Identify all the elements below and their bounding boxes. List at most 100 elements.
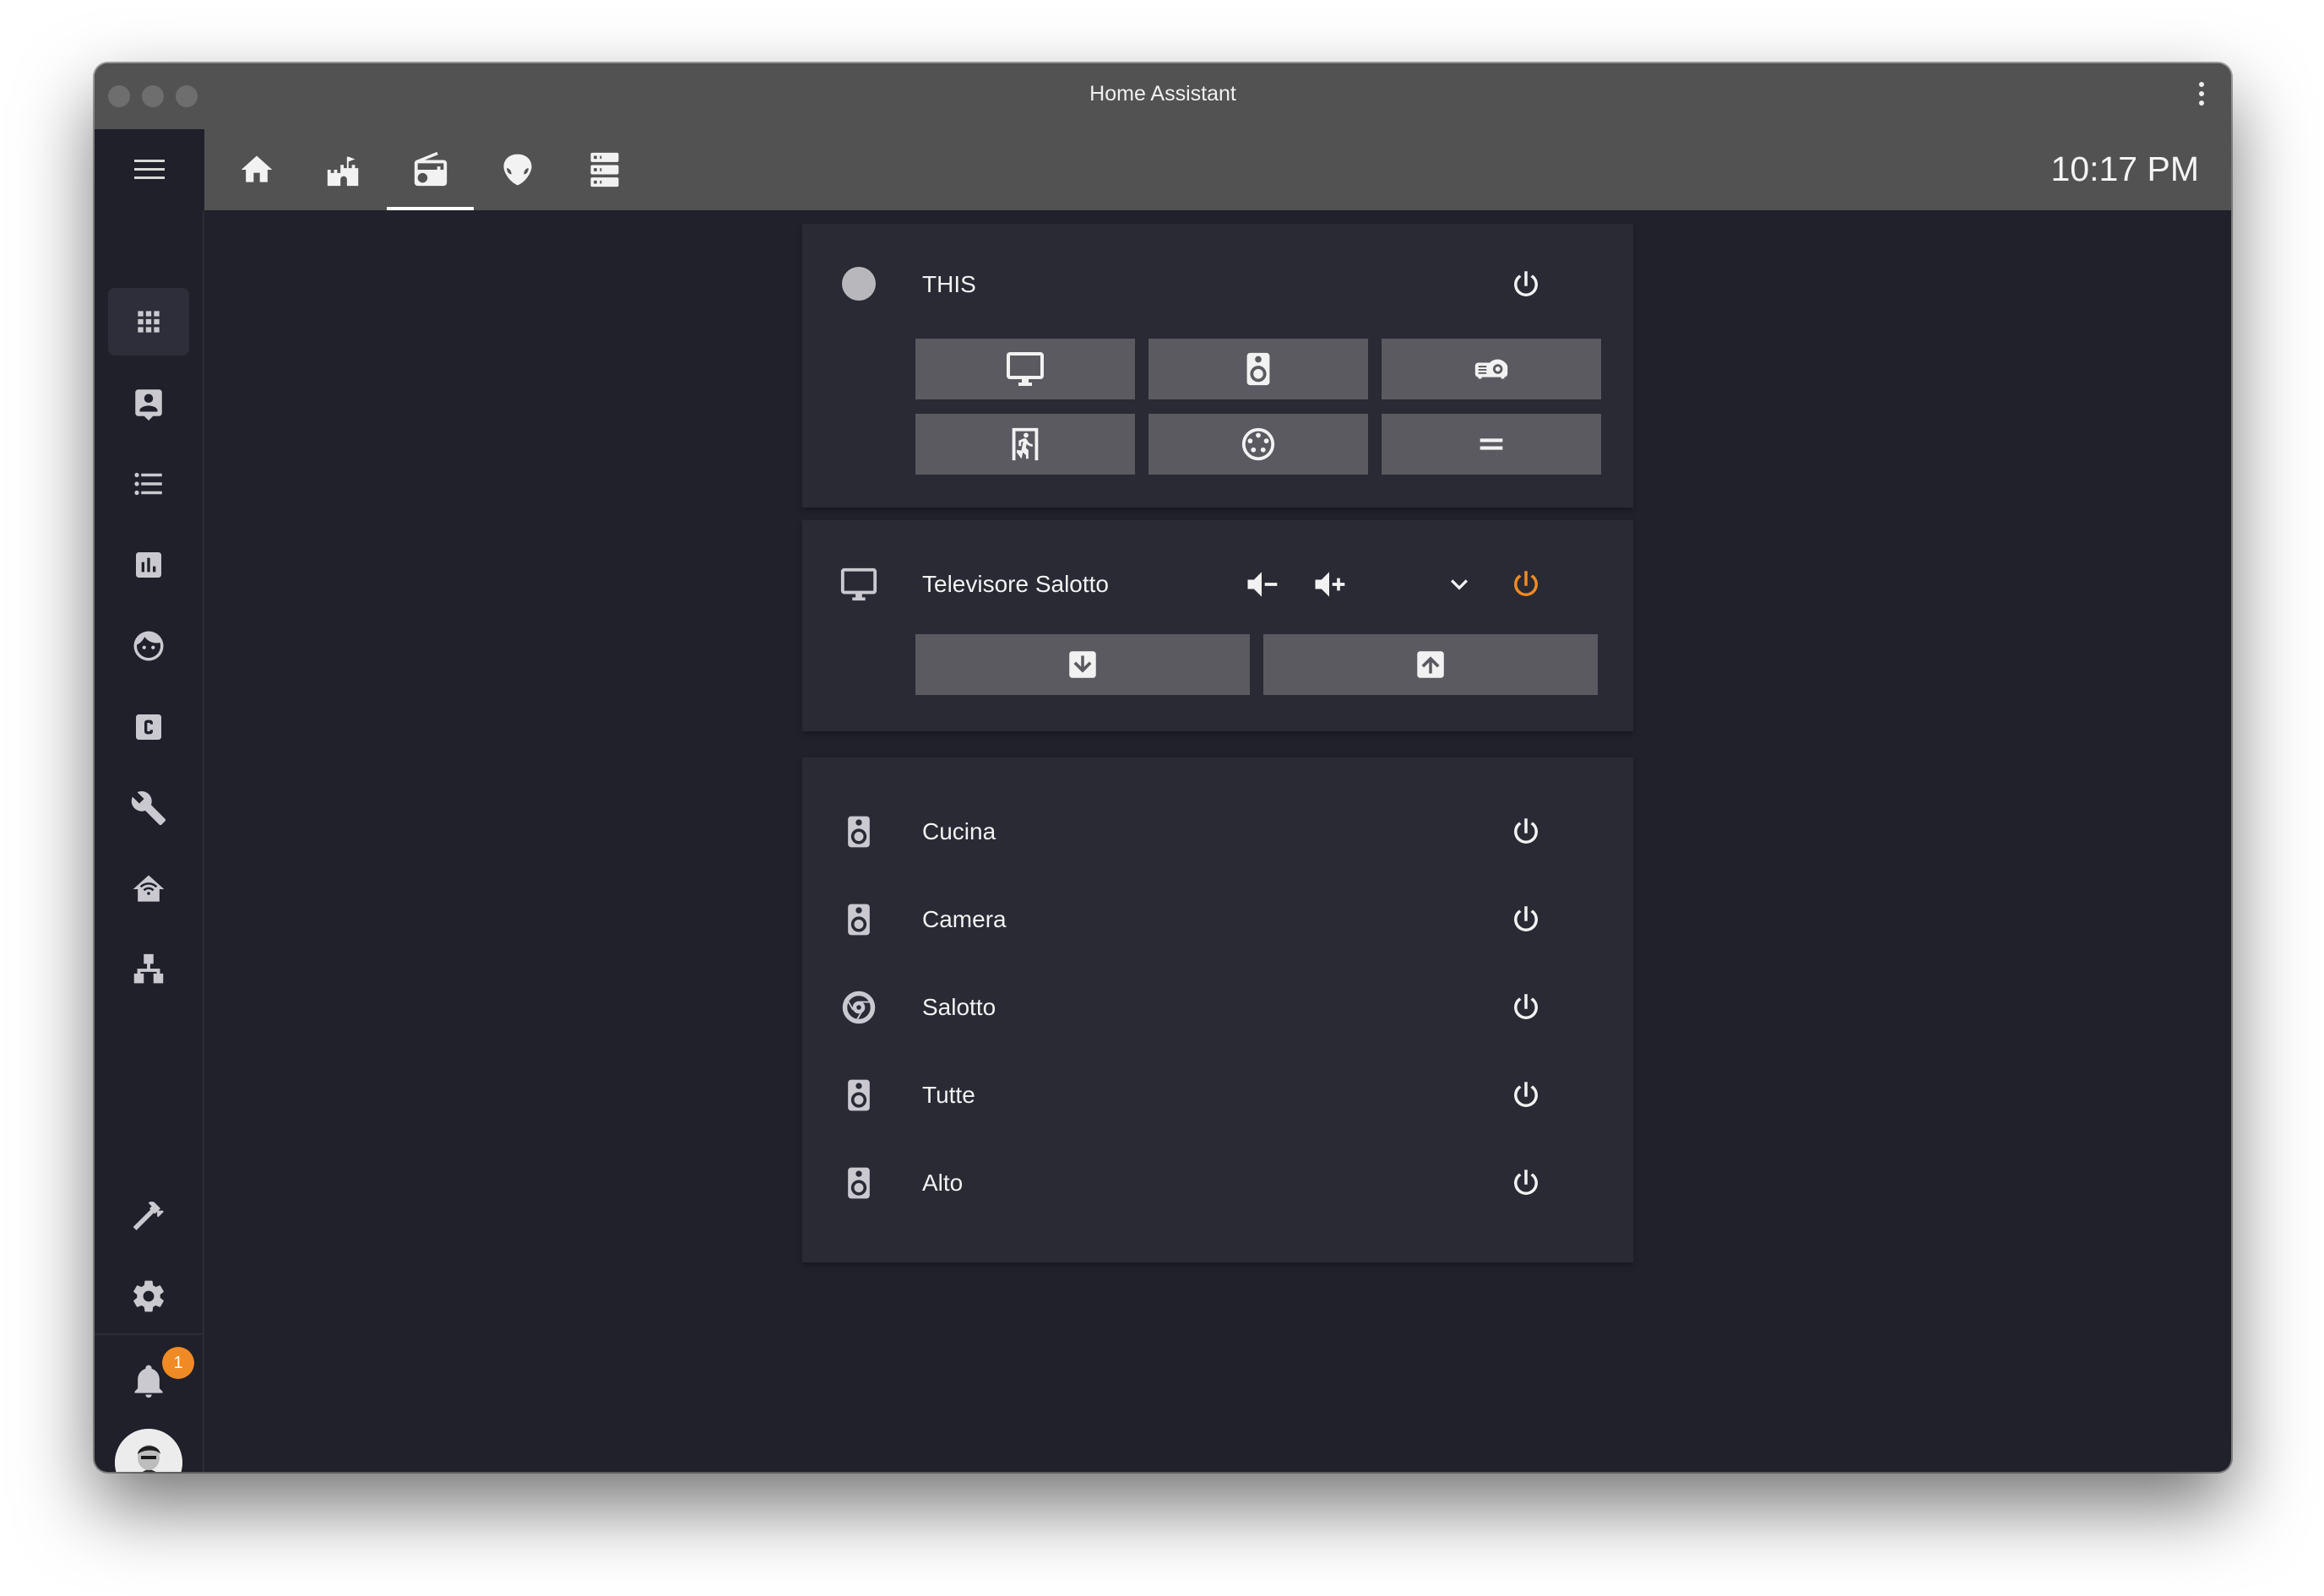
- alien-icon: [503, 154, 531, 186]
- list-item[interactable]: Salotto: [802, 974, 1633, 1041]
- hammer-icon: [133, 1201, 164, 1230]
- status-dot-icon: [838, 263, 880, 305]
- list-item-label: Cucina: [922, 818, 996, 844]
- projector-icon: [1474, 359, 1508, 379]
- power-button[interactable]: [1507, 989, 1545, 1026]
- sidebar-item-sitemap[interactable]: [108, 936, 189, 1004]
- notifications-button[interactable]: 1: [108, 1347, 194, 1414]
- menu-button[interactable]: [95, 129, 204, 210]
- format-list-icon: [134, 472, 162, 496]
- view-tabs: [204, 129, 648, 210]
- expand-button[interactable]: [1439, 564, 1480, 605]
- source-dots-button[interactable]: [1148, 414, 1368, 475]
- source-card: THIS: [802, 224, 1633, 508]
- volume-down-button[interactable]: [1241, 564, 1282, 605]
- speaker-icon: [838, 1074, 880, 1116]
- clock: 10:17 PM: [2050, 149, 2200, 188]
- sidebar: 1: [95, 210, 204, 1472]
- wrench-icon: [131, 791, 166, 826]
- speaker-icon: [1246, 352, 1270, 386]
- speakers-card: Cucina Camera Salotto Tutte Alto: [802, 757, 1633, 1262]
- power-icon: [1514, 571, 1538, 596]
- tab-home[interactable]: [213, 129, 300, 210]
- sidebar-divider: [95, 1333, 203, 1335]
- bell-icon: [134, 1365, 163, 1398]
- tv-card: Televisore Salotto: [802, 520, 1633, 731]
- home-automation-icon: [133, 875, 165, 902]
- sitemap-icon: [133, 953, 164, 984]
- list-item[interactable]: Camera: [802, 886, 1633, 953]
- top-toolbar: 10:17 PM: [95, 129, 2231, 210]
- power-icon: [1514, 1082, 1538, 1107]
- volume-plus-icon: [1315, 572, 1345, 597]
- more-vert-icon[interactable]: [2197, 82, 2206, 111]
- arrow-up-box-icon: [1417, 651, 1444, 678]
- sidebar-item-developer-tools[interactable]: [108, 1181, 189, 1249]
- radio-icon: [414, 151, 447, 187]
- sidebar-item-face[interactable]: [108, 612, 189, 680]
- list-item[interactable]: Alto: [802, 1149, 1633, 1217]
- list-item-label: Tutte: [922, 1082, 975, 1108]
- alpha-c-box-icon: [136, 714, 161, 740]
- sidebar-item-wrench[interactable]: [108, 774, 189, 842]
- power-button[interactable]: [1507, 266, 1545, 303]
- source-card-label: THIS: [922, 271, 976, 297]
- speaker-icon: [838, 898, 880, 941]
- power-button[interactable]: [1507, 1077, 1545, 1114]
- volume-up-button[interactable]: [1309, 564, 1349, 605]
- list-item[interactable]: Cucina: [802, 798, 1633, 866]
- notification-badge: 1: [162, 1347, 194, 1379]
- channel-down-button[interactable]: [915, 634, 1250, 695]
- sidebar-item-home-automation[interactable]: [108, 855, 189, 923]
- chart-box-icon: [136, 552, 161, 578]
- channel-up-button[interactable]: [1263, 634, 1598, 695]
- speaker-icon: [838, 1162, 880, 1204]
- face-icon: [133, 631, 164, 661]
- volume-minus-icon: [1247, 572, 1278, 597]
- power-button[interactable]: [1507, 1164, 1545, 1202]
- sidebar-item-settings[interactable]: [108, 1262, 189, 1330]
- power-icon: [1514, 994, 1538, 1019]
- menu-icon: [134, 160, 165, 179]
- castle-icon: [327, 156, 358, 187]
- sidebar-item-account[interactable]: [108, 369, 189, 437]
- tab-castle[interactable]: [300, 129, 387, 210]
- window-title: Home Assistant: [1089, 82, 1236, 106]
- sidebar-item-chart[interactable]: [108, 531, 189, 599]
- power-button[interactable]: [1507, 813, 1545, 850]
- source-exit-button[interactable]: [915, 414, 1135, 475]
- source-tv-button[interactable]: [915, 339, 1135, 399]
- power-icon: [1514, 271, 1538, 296]
- source-equal-button[interactable]: [1382, 414, 1601, 475]
- power-button[interactable]: [1507, 901, 1545, 938]
- list-item-label: Camera: [922, 906, 1007, 932]
- cog-icon: [133, 1280, 164, 1312]
- power-icon: [1514, 906, 1538, 931]
- user-avatar-icon: [115, 1429, 182, 1472]
- tab-radio[interactable]: [387, 129, 474, 210]
- apps-icon: [138, 311, 160, 333]
- sidebar-item-list[interactable]: [108, 450, 189, 518]
- tab-alien[interactable]: [474, 129, 561, 210]
- source-projector-button[interactable]: [1382, 339, 1601, 399]
- list-item-label: Salotto: [922, 994, 996, 1020]
- equal-icon: [1480, 438, 1503, 450]
- list-item[interactable]: Tutte: [802, 1061, 1633, 1129]
- sidebar-item-apps[interactable]: [108, 288, 189, 356]
- exit-run-icon: [1012, 427, 1039, 461]
- tv-power-button[interactable]: [1507, 566, 1545, 603]
- home-icon: [241, 155, 272, 182]
- avatar[interactable]: [115, 1429, 182, 1472]
- title-bar: Home Assistant: [95, 63, 2231, 129]
- power-icon: [1514, 1170, 1538, 1195]
- tab-server[interactable]: [561, 129, 648, 210]
- account-box-icon: [135, 389, 162, 421]
- source-speaker-button[interactable]: [1148, 339, 1368, 399]
- tv-card-label: Televisore Salotto: [922, 571, 1110, 597]
- dots-circle-icon: [1241, 427, 1275, 461]
- tv-card-icon: [838, 563, 880, 605]
- sidebar-item-c[interactable]: [108, 693, 189, 761]
- monitor-icon: [1007, 352, 1044, 386]
- speaker-icon: [838, 811, 880, 853]
- chevron-down-icon: [1451, 579, 1468, 590]
